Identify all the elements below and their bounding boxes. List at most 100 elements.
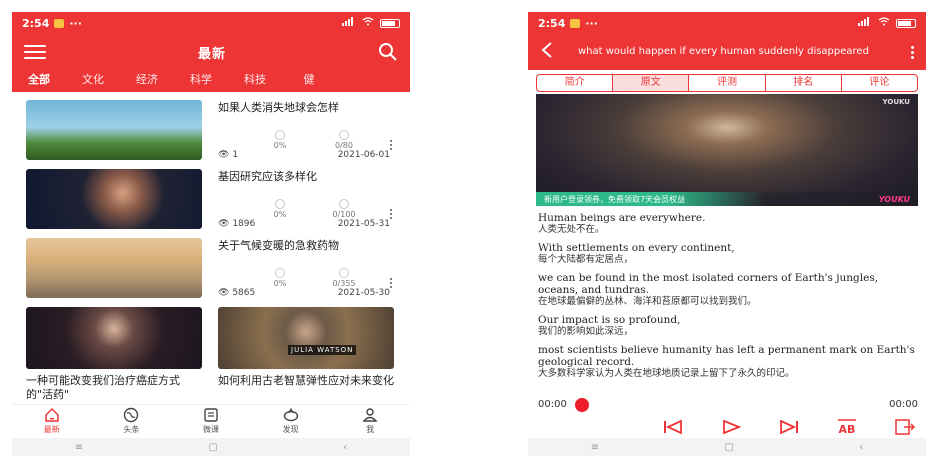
article-title: 一种可能改变我们治疗癌症方式的"活药" [26,374,180,401]
nav-me[interactable]: 我 [340,407,400,435]
system-navigation-bar: ≡ ▢ ‹ [528,438,926,456]
tab-comments[interactable]: 评论 [842,75,917,91]
listen-progress: 0% [273,209,287,219]
transcript-english: With settlements on every continent, [538,242,735,254]
video-player[interactable]: YOUKU 新用户登录领券，免费领取7天会员权益 YOUKU [536,94,918,206]
signal-icon [858,17,872,29]
tab-technology[interactable]: 科技 [228,71,282,92]
transcript-line[interactable]: Our impact is so profound, 我们的影响如此深远， [538,314,918,338]
nav-label: 微课 [202,425,219,434]
tab-ranking[interactable]: 排名 [766,75,842,91]
status-bar: 2:54 ··· [528,12,926,34]
headphones-icon [275,267,285,278]
more-options-icon[interactable] [388,277,394,288]
article-date: 2021-05-30 [337,288,390,298]
play-icon[interactable] [720,418,742,436]
back-arrow-icon[interactable]: ‹ [859,442,863,453]
nav-headlines[interactable]: 头条 [101,407,161,435]
tab-culture[interactable]: 文化 [66,71,120,92]
eye-icon: 👁 [218,150,230,160]
recent-apps-icon[interactable]: ≡ [591,442,599,453]
tab-all[interactable]: 全部 [12,71,66,92]
wifi-icon [878,17,890,29]
speaker-caption: JULIA WATSON [288,345,357,355]
transcript-english: Our impact is so profound, [538,314,681,326]
back-icon[interactable] [540,41,562,64]
nav-label: 头条 [123,425,140,434]
more-options-icon[interactable] [388,208,394,219]
nav-latest[interactable]: 最新 [22,407,82,435]
article-list: 如果人类消失地球会怎样 0% 0/80 👁 1 2021-06-01 基因研究应… [12,92,410,298]
playback-progress: 00:00 00:00 [538,397,918,412]
list-item[interactable]: 关于气候变暖的急救药物 0% 0/355 👁 5865 2021-05-30 [26,238,400,298]
transcript-line[interactable]: most scientists believe humanity has lef… [538,344,918,380]
promo-brand-logo: YOUKU [878,194,910,204]
back-arrow-icon[interactable]: ‹ [343,442,347,453]
previous-icon[interactable] [662,418,684,436]
article-title: what would happen if every human suddenl… [578,46,869,57]
list-item[interactable]: 基因研究应该多样化 0% 0/100 👁 1896 2021-05-31 [26,169,400,229]
transcript-chinese: 在地球最偏僻的丛林、海洋和苔原都可以找到我们。 [538,296,757,307]
translate-toggle-icon[interactable]: AB [836,418,858,436]
home-button-icon[interactable]: ▢ [208,442,217,453]
article-date: 2021-06-01 [337,150,390,160]
promo-banner[interactable]: 新用户登录领券，免费领取7天会员权益 YOUKU [536,192,918,206]
tab-original[interactable]: 原文 [613,75,690,91]
system-navigation-bar: ≡ ▢ ‹ [12,438,410,456]
grid-item[interactable]: 一种可能改变我们治疗癌症方式的"活药" [26,307,202,402]
transcript-line[interactable]: With settlements on every continent, 每个大… [538,242,918,266]
question-count: 0/80 [335,140,353,150]
nav-label: 我 [366,425,375,434]
headphones-icon [275,129,285,140]
nav-discover[interactable]: 发现 [261,407,321,435]
eye-icon: 👁 [218,219,230,229]
view-count: 5865 [232,288,256,298]
tab-intro[interactable]: 简介 [537,75,614,91]
tab-science[interactable]: 科学 [174,71,228,92]
progress-slider[interactable] [574,397,881,412]
notification-icon [54,18,65,28]
nav-label: 最新 [43,425,60,434]
nav-microcourse[interactable]: 微课 [181,407,241,435]
recent-apps-icon[interactable]: ≡ [75,442,83,453]
globe-icon [124,407,139,423]
menu-icon[interactable] [24,45,46,59]
more-options-icon[interactable] [388,139,394,150]
tab-economy[interactable]: 经济 [120,71,174,92]
tab-health[interactable]: 健 [282,71,336,92]
listen-progress: 0% [273,278,287,288]
battery-icon [896,18,916,28]
list-item[interactable]: 如果人类消失地球会怎样 0% 0/80 👁 1 2021-06-01 [26,100,400,160]
transcript-chinese: 大多数科学家认为人类在地球地质记录上留下了永久的印记。 [538,368,795,379]
view-count: 1 [232,150,239,160]
article-thumbnail [26,100,202,160]
next-icon[interactable] [778,418,800,436]
search-icon[interactable] [378,42,398,62]
listen-progress: 0% [273,140,287,150]
more-options-icon[interactable] [907,45,918,59]
app-header: 最新 [12,34,410,70]
current-time: 00:00 [538,399,567,410]
export-icon[interactable] [894,418,916,436]
badge-icon [339,267,349,278]
playback-controls: AB [528,418,926,436]
article-grid: 一种可能改变我们治疗癌症方式的"活药" JULIA WATSON 如何利用古老智… [12,307,410,402]
home-button-icon[interactable]: ▢ [724,442,733,453]
status-bar: 2:54 ··· [12,12,410,34]
badge-icon [339,129,349,140]
wifi-icon [362,17,374,29]
article-thumbnail [26,307,202,369]
svg-text:AB: AB [839,423,856,436]
promo-text: 新用户登录领券，免费领取7天会员权益 [544,194,686,204]
transcript-line[interactable]: Human beings are everywhere. 人类无处不在。 [538,212,918,236]
article-title: 如何利用古老智慧弹性应对未来变化 [218,374,394,387]
progress-handle[interactable] [574,397,589,412]
view-count: 1896 [232,219,256,229]
user-icon [362,408,378,422]
grid-item[interactable]: JULIA WATSON 如何利用古老智慧弹性应对未来变化 [218,307,394,402]
tab-quiz[interactable]: 评测 [689,75,766,91]
headphones-icon [275,198,285,209]
article-player-screen: 2:54 ··· what would happen if every huma… [528,12,926,456]
article-thumbnail: JULIA WATSON [218,307,394,369]
transcript-line[interactable]: we can be found in the most isolated cor… [538,272,918,308]
